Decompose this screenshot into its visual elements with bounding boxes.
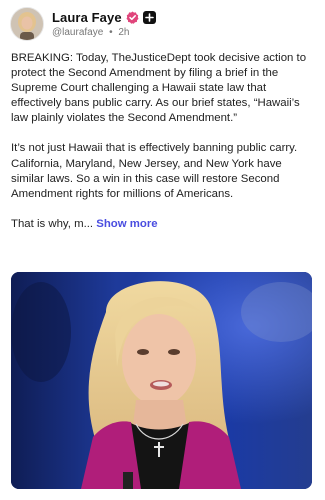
avatar[interactable] [10,7,44,41]
avatar-image [11,8,43,40]
post-truncated-paragraph: That is why, m... Show more [11,217,316,232]
truncated-text: That is why, m... [11,217,94,230]
plus-icon [144,12,154,22]
post-card: Laura Faye @laurafaye • 2h BREAKING: Tod… [0,0,325,500]
post-paragraph: BREAKING: Today, TheJusticeDept took dec… [11,52,307,125]
post-body: BREAKING: Today, TheJusticeDept took dec… [11,51,316,232]
show-more-link[interactable]: Show more [96,218,157,230]
name-row: Laura Faye [52,9,156,25]
author-name[interactable]: Laura Faye [52,10,122,25]
post-paragraph: It’s not just Hawaii that is effectively… [11,142,298,200]
meta-separator: • [109,27,113,38]
follow-button[interactable] [142,10,156,24]
verified-badge-icon [126,11,139,24]
post-header: Laura Faye @laurafaye • 2h [10,7,315,41]
speaker-photo [11,272,312,489]
post-image[interactable] [11,272,312,489]
author-handle[interactable]: @laurafaye [52,27,103,38]
post-meta: @laurafaye • 2h [52,27,130,38]
post-timestamp[interactable]: 2h [118,27,129,38]
